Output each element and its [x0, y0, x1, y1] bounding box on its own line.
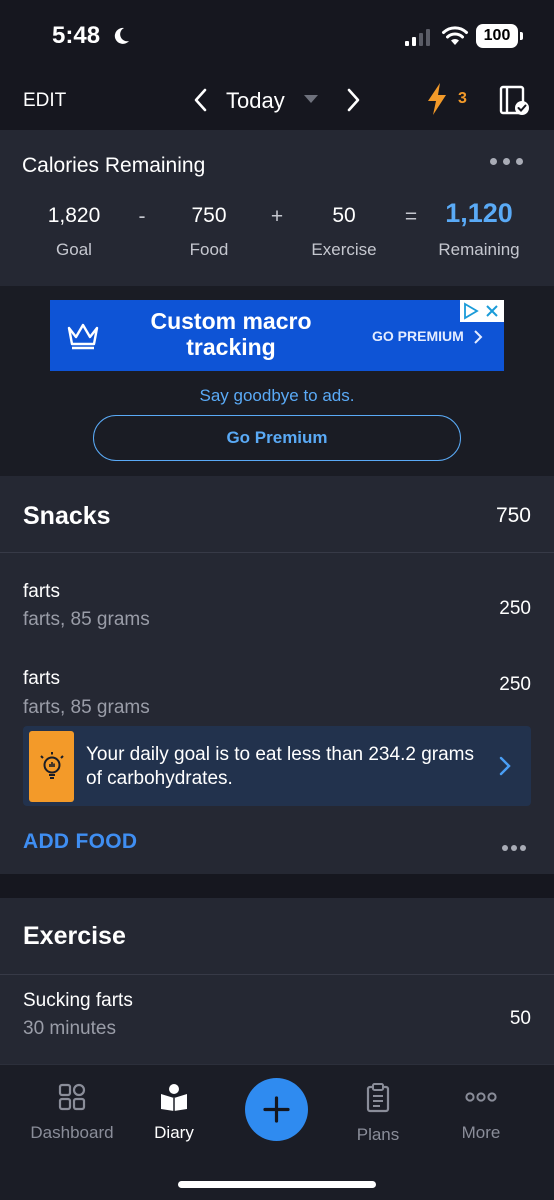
chevron-right-icon: [474, 330, 483, 344]
food-item-name[interactable]: farts: [23, 581, 60, 603]
calories-remaining-card: Calories Remaining 1,820 Goal - 750 Food…: [0, 130, 554, 286]
tip-text: Your daily goal is to eat less than 234.…: [86, 744, 474, 789]
ad-section: Custom macro tracking GO PREMIUM Say goo…: [0, 286, 554, 476]
ad-choices-icon: [464, 302, 498, 320]
dashboard-grid-icon: [58, 1083, 86, 1111]
equals-operator: =: [404, 205, 418, 228]
status-bar: 5:48 100: [0, 0, 554, 78]
home-indicator[interactable]: [178, 1181, 376, 1188]
ellipsis-circles-icon: [465, 1092, 497, 1102]
add-button[interactable]: [245, 1078, 308, 1141]
food-value: 750: [191, 204, 227, 227]
lightbulb-icon: [40, 752, 64, 779]
snacks-total: 750: [495, 504, 531, 527]
exercise-item-calories: 50: [509, 1008, 531, 1029]
food-item-description: farts, 85 grams: [23, 609, 150, 630]
ad-tagline: Say goodbye to ads.: [199, 386, 355, 405]
calories-more-menu-icon[interactable]: [490, 152, 530, 165]
exercise-item-name[interactable]: Sucking farts: [23, 990, 133, 1012]
go-premium-button[interactable]: Go Premium: [93, 415, 461, 461]
food-item-name[interactable]: farts: [23, 668, 60, 690]
remaining-value: 1,120: [445, 198, 513, 228]
tab-dashboard[interactable]: Dashboard: [17, 1083, 127, 1143]
food-item-calories: 250: [499, 598, 531, 619]
ad-banner[interactable]: Custom macro tracking GO PREMIUM: [50, 300, 504, 371]
snacks-section: Snacks 750 farts farts, 85 grams 250 far…: [0, 476, 554, 874]
plus-operator: +: [270, 205, 284, 228]
food-item-calories: 250: [499, 674, 531, 695]
tab-label: Dashboard: [30, 1123, 114, 1142]
exercise-title: Exercise: [23, 922, 126, 950]
clipboard-icon: [366, 1083, 390, 1113]
exercise-value: 50: [332, 204, 356, 227]
tab-label: More: [461, 1123, 501, 1142]
food-item-description: farts, 85 grams: [23, 697, 150, 718]
chevron-left-icon[interactable]: [190, 86, 212, 114]
ad-cta-label[interactable]: GO PREMIUM: [372, 328, 464, 344]
goal-value: 1,820: [47, 204, 101, 227]
food-label: Food: [189, 240, 229, 259]
date-selector[interactable]: Today: [226, 88, 285, 114]
plus-icon: [263, 1096, 290, 1123]
chevron-right-icon[interactable]: [342, 86, 364, 114]
food-log-book-icon[interactable]: [498, 84, 530, 116]
tab-label: Plans: [356, 1125, 400, 1144]
minus-operator: -: [138, 205, 146, 228]
tab-diary[interactable]: Diary: [119, 1083, 229, 1143]
streak-count: 3: [458, 90, 467, 107]
caret-down-icon[interactable]: [303, 93, 319, 105]
bottom-tab-bar: Dashboard Diary Plans More: [0, 1064, 554, 1200]
ad-choices-badge[interactable]: [460, 300, 504, 322]
remaining-label: Remaining: [438, 240, 520, 259]
daily-goal-tip[interactable]: Your daily goal is to eat less than 234.…: [23, 726, 531, 806]
snacks-title: Snacks: [23, 502, 111, 530]
exercise-item-duration: 30 minutes: [23, 1018, 116, 1039]
divider: [0, 552, 554, 553]
moon-icon: [114, 27, 129, 44]
divider: [0, 974, 554, 975]
battery-indicator: 100: [476, 24, 523, 48]
crown-icon: [67, 323, 99, 350]
add-food-button[interactable]: ADD FOOD: [23, 830, 137, 854]
tip-icon-box: [29, 731, 74, 802]
goal-label: Goal: [56, 240, 92, 259]
edit-button[interactable]: EDIT: [23, 90, 66, 112]
tab-plans[interactable]: Plans: [323, 1083, 433, 1145]
diary-nav-bar: EDIT Today 3: [0, 78, 554, 130]
chevron-right-icon: [499, 756, 511, 776]
ad-headline: Custom macro tracking: [150, 308, 312, 360]
cellular-signal-icon: [405, 29, 430, 46]
tab-label: Diary: [154, 1123, 194, 1142]
wifi-icon: [442, 26, 468, 45]
status-time: 5:48: [52, 22, 101, 49]
exercise-label: Exercise: [311, 240, 377, 259]
exercise-section: Exercise Sucking farts 30 minutes 50: [0, 898, 554, 1068]
diary-book-icon: [161, 1084, 187, 1111]
snacks-more-menu-icon[interactable]: [502, 838, 532, 851]
lightning-bolt-icon[interactable]: [425, 82, 449, 116]
tab-more[interactable]: More: [426, 1083, 536, 1143]
calories-title: Calories Remaining: [22, 154, 206, 177]
